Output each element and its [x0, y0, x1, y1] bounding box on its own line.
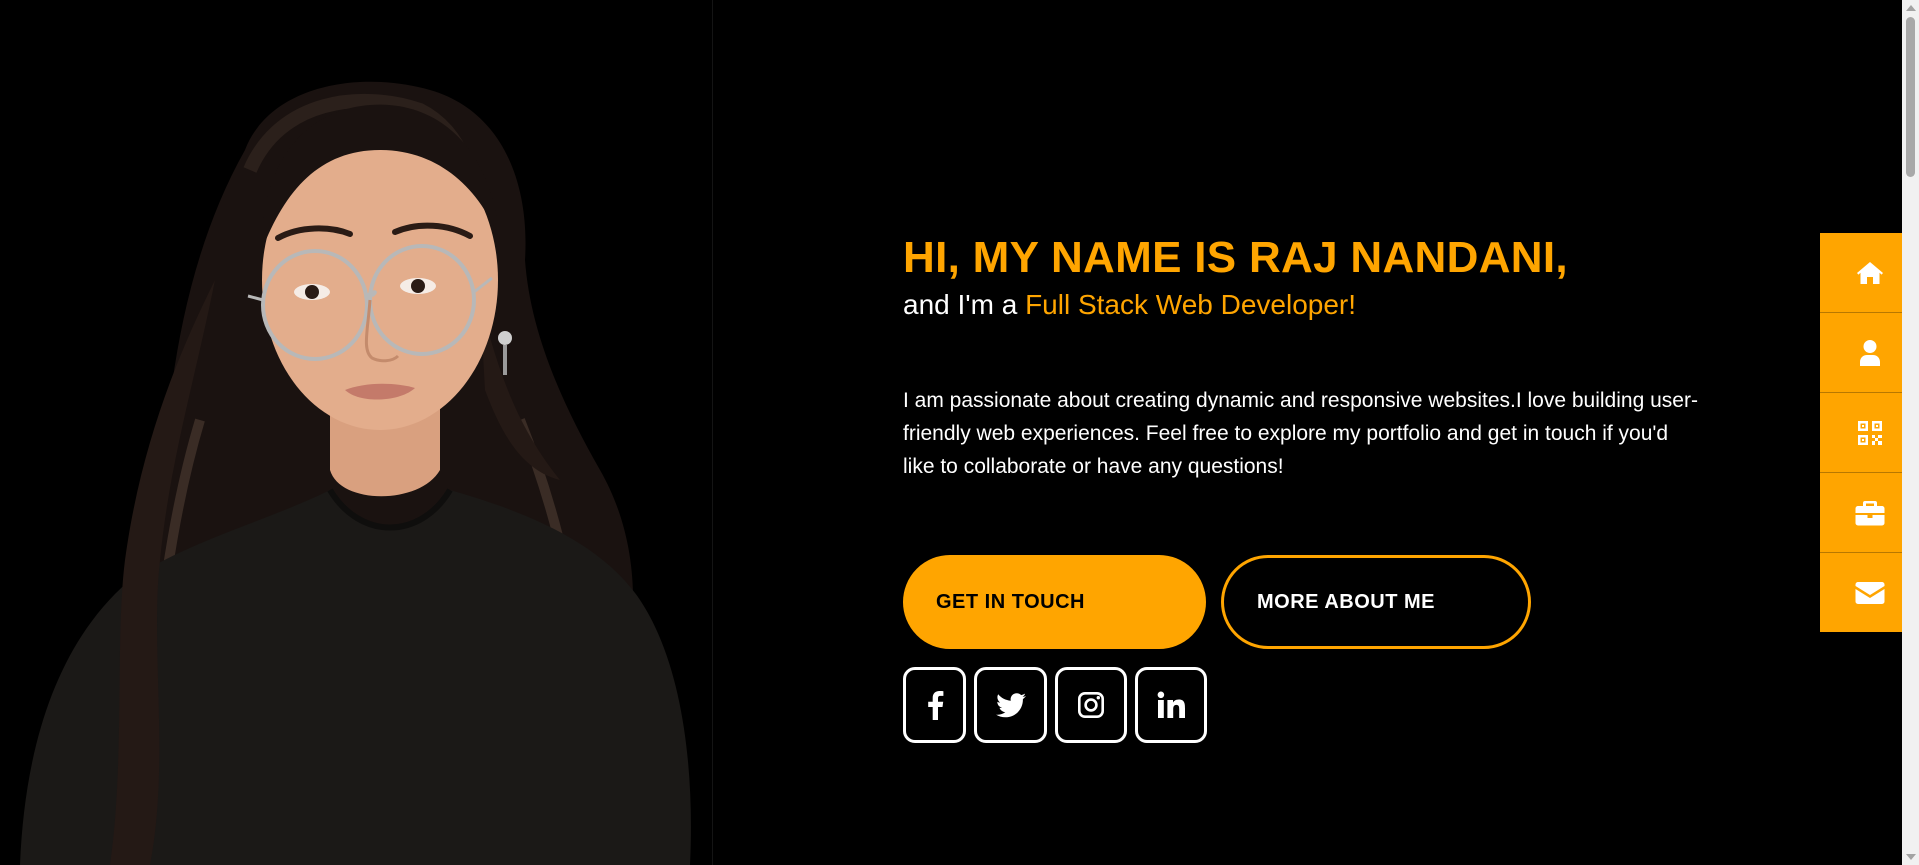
profile-photo: [20, 81, 691, 865]
twitter-link[interactable]: [974, 667, 1047, 743]
hero-role: Full Stack Web Developer!: [1025, 289, 1357, 320]
scrollbar-thumb[interactable]: [1906, 17, 1915, 177]
get-in-touch-button[interactable]: GET IN TOUCH: [903, 555, 1206, 649]
hero-section: HI, MY NAME IS RAJ NANDANI, and I'm a Fu…: [903, 232, 1703, 483]
hero-title: HI, MY NAME IS RAJ NANDANI,: [903, 233, 1568, 282]
hero-description: I am passionate about creating dynamic a…: [903, 389, 1698, 478]
envelope-icon: [1855, 581, 1884, 604]
instagram-icon: [1078, 692, 1104, 718]
facebook-icon: [927, 691, 943, 720]
page: HI, MY NAME IS RAJ NANDANI, and I'm a Fu…: [0, 0, 1919, 865]
twitter-icon: [995, 692, 1026, 717]
hero-subtitle-prefix: and I'm a: [903, 289, 1026, 320]
linkedin-link[interactable]: [1135, 667, 1207, 743]
qrcode-icon: [1857, 420, 1882, 445]
hero-subtitle: and I'm a Full Stack Web Developer!: [903, 286, 1703, 324]
scroll-down-arrow-icon[interactable]: [1906, 854, 1916, 860]
briefcase-icon: [1855, 500, 1884, 525]
instagram-link[interactable]: [1055, 667, 1127, 743]
facebook-link[interactable]: [903, 667, 966, 743]
scroll-up-arrow-icon[interactable]: [1906, 5, 1916, 11]
linkedin-icon: [1157, 691, 1185, 718]
profile-photo-column: [0, 0, 713, 865]
vertical-scrollbar[interactable]: [1902, 0, 1919, 865]
user-icon: [1859, 339, 1880, 366]
cta-buttons: GET IN TOUCH MORE ABOUT ME: [903, 555, 1531, 649]
more-about-me-button[interactable]: MORE ABOUT ME: [1221, 555, 1531, 649]
social-links: [903, 667, 1207, 743]
home-icon: [1856, 261, 1883, 284]
